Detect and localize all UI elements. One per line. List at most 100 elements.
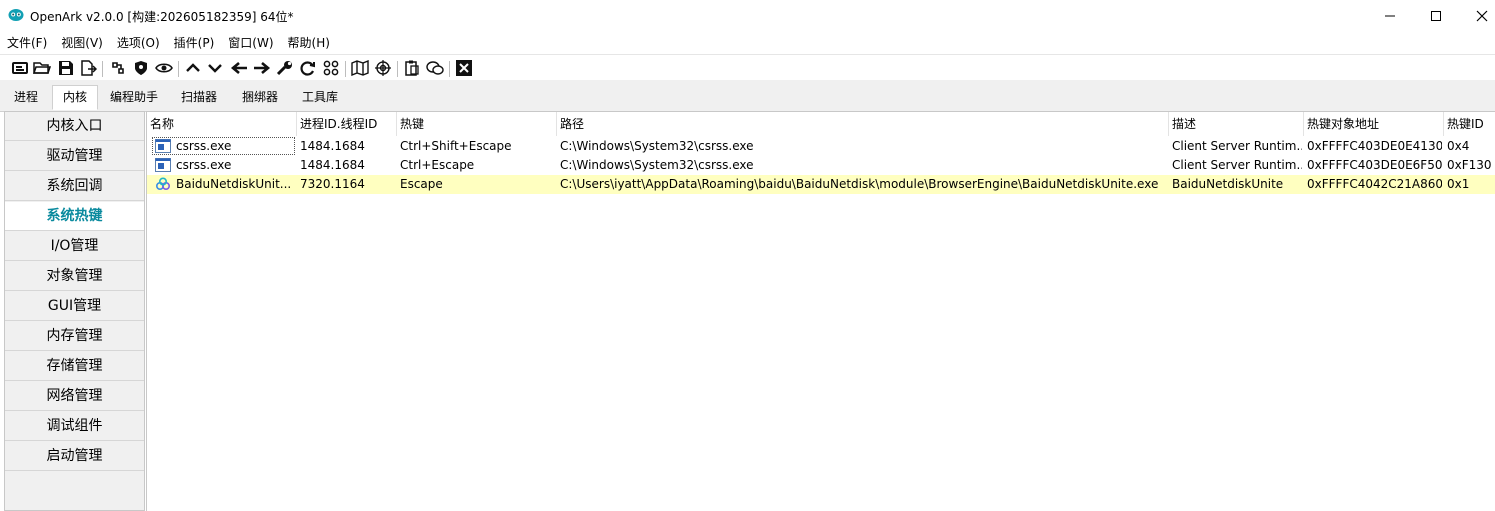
sidebar-item-storage-manager[interactable]: 存储管理	[5, 352, 144, 381]
menu-file[interactable]: 文件(F)	[0, 32, 54, 54]
refresh-icon	[300, 61, 315, 76]
toolbar-separator	[345, 61, 346, 77]
cell-description: BaiduNetdiskUnite	[1172, 177, 1284, 191]
toolbar-separator	[178, 61, 179, 77]
exit-button[interactable]	[454, 59, 474, 77]
tab-bundler[interactable]: 捆绑器	[232, 85, 288, 110]
title-bar: OpenArk v2.0.0 [构建:202605182359] 64位*	[0, 0, 1495, 32]
menu-window[interactable]: 窗口(W)	[221, 32, 280, 54]
shield-icon	[135, 61, 147, 75]
refresh-button[interactable]	[298, 59, 318, 77]
maximize-button[interactable]	[1413, 0, 1459, 32]
table-row[interactable]: csrss.exe 1484.1684 Ctrl+Escape C:\Windo…	[147, 156, 1495, 175]
sidebar-item-gui-manager[interactable]: GUI管理	[5, 292, 144, 321]
table-row[interactable]: BaiduNetdiskUnit... 7320.1164 Escape C:\…	[147, 175, 1495, 194]
link-button[interactable]	[108, 59, 128, 77]
column-header-pid-tid[interactable]: 进程ID.线程ID	[297, 112, 397, 136]
clipboard-icon	[405, 60, 419, 76]
target-button[interactable]	[373, 59, 393, 77]
link-icon	[112, 62, 124, 74]
sidebar-item-network-manager[interactable]: 网络管理	[5, 382, 144, 411]
map-icon	[351, 60, 369, 76]
sidebar-item-kernel-entry[interactable]: 内核入口	[5, 112, 144, 141]
map-button[interactable]	[350, 59, 370, 77]
window-title: OpenArk v2.0.0 [构建:202605182359] 64位*	[30, 10, 294, 24]
menu-options[interactable]: 选项(O)	[110, 32, 167, 54]
arrow-up-icon	[186, 63, 200, 72]
close-box-icon	[456, 60, 472, 76]
export-icon	[81, 60, 97, 76]
column-header-hotkey[interactable]: 热键	[397, 112, 557, 136]
sidebar-item-system-hotkeys[interactable]: 系统热键	[5, 202, 144, 231]
maximize-icon	[1431, 11, 1441, 21]
cell-hotkey-address: 0xFFFFC403DE0E6F50	[1307, 158, 1442, 172]
cell-path: C:\Users\iyatt\AppData\Roaming\baidu\Bai…	[560, 177, 1159, 191]
cell-name: BaiduNetdiskUnit...	[176, 177, 292, 191]
grid-icon	[323, 60, 339, 76]
baidu-netdisk-icon	[155, 177, 171, 191]
hotkey-table: 名称 进程ID.线程ID 热键 路径 描述 热键对象地址 热键ID csrss.…	[146, 111, 1495, 511]
tab-toolkit[interactable]: 工具库	[292, 85, 348, 110]
menu-view[interactable]: 视图(V)	[54, 32, 110, 54]
save-icon	[59, 61, 73, 75]
arrow-left-icon	[230, 62, 247, 74]
menu-plugins[interactable]: 插件(P)	[167, 32, 222, 54]
save-button[interactable]	[56, 59, 76, 77]
menu-help[interactable]: 帮助(H)	[281, 32, 337, 54]
forward-button[interactable]	[252, 59, 272, 77]
sidebar-item-debug-components[interactable]: 调试组件	[5, 412, 144, 441]
cell-description: Client Server Runtim...	[1172, 139, 1302, 153]
sidebar-item-startup-manager[interactable]: 启动管理	[5, 442, 144, 471]
eye-button[interactable]	[154, 59, 174, 77]
column-header-hotkey-id[interactable]: 热键ID	[1444, 112, 1495, 136]
tab-process[interactable]: 进程	[4, 85, 48, 110]
tab-coding-assistant[interactable]: 编程助手	[102, 85, 166, 110]
cell-name: csrss.exe	[176, 158, 232, 172]
sidebar-item-io-manager[interactable]: I/O管理	[5, 232, 144, 261]
minimize-button[interactable]	[1367, 0, 1413, 32]
menu-bar: 文件(F) 视图(V) 选项(O) 插件(P) 窗口(W) 帮助(H)	[0, 32, 1495, 54]
grid-button[interactable]	[321, 59, 341, 77]
chat-button[interactable]	[425, 59, 445, 77]
close-button[interactable]	[1459, 0, 1495, 32]
cell-description: Client Server Runtim...	[1172, 158, 1302, 172]
target-icon	[375, 60, 391, 76]
back-button[interactable]	[229, 59, 249, 77]
tab-kernel[interactable]: 内核	[52, 85, 98, 110]
minimize-icon	[1385, 15, 1395, 17]
settings-button[interactable]	[275, 59, 295, 77]
cell-hotkey: Escape	[400, 177, 443, 191]
cell-hotkey-address: 0xFFFFC403DE0E4130	[1307, 139, 1442, 153]
sidebar-item-memory-manager[interactable]: 内存管理	[5, 322, 144, 351]
table-row[interactable]: csrss.exe 1484.1684 Ctrl+Shift+Escape C:…	[147, 137, 1495, 156]
down-button[interactable]	[205, 59, 225, 77]
up-button[interactable]	[183, 59, 203, 77]
cell-path: C:\Windows\System32\csrss.exe	[560, 139, 754, 153]
arrow-right-icon	[254, 62, 271, 74]
sidebar-item-system-callbacks[interactable]: 系统回调	[5, 172, 144, 201]
eye-icon	[155, 63, 173, 73]
tab-scanner[interactable]: 扫描器	[170, 85, 228, 110]
wrench-icon	[276, 61, 292, 76]
window-icon	[155, 158, 171, 172]
cell-path: C:\Windows\System32\csrss.exe	[560, 158, 754, 172]
column-header-name[interactable]: 名称	[147, 112, 297, 136]
column-header-path[interactable]: 路径	[557, 112, 1169, 136]
open-folder-icon	[33, 62, 51, 74]
toolbar-separator	[449, 61, 450, 77]
export-button[interactable]	[78, 59, 98, 77]
console-button[interactable]	[10, 59, 30, 77]
cell-hotkey-id: 0xF130	[1447, 158, 1492, 172]
sidebar-item-driver-manager[interactable]: 驱动管理	[5, 142, 144, 171]
column-header-hotkey-address[interactable]: 热键对象地址	[1304, 112, 1444, 136]
shield-button[interactable]	[131, 59, 151, 77]
column-header-description[interactable]: 描述	[1169, 112, 1304, 136]
cell-pid-tid: 1484.1684	[300, 158, 365, 172]
toolbar	[0, 54, 1495, 81]
sidebar-item-object-manager[interactable]: 对象管理	[5, 262, 144, 291]
clipboard-button[interactable]	[402, 59, 422, 77]
cell-hotkey-address: 0xFFFFC4042C21A860	[1307, 177, 1442, 191]
close-icon	[1476, 10, 1488, 22]
open-button[interactable]	[32, 59, 52, 77]
cell-hotkey: Ctrl+Shift+Escape	[400, 139, 512, 153]
